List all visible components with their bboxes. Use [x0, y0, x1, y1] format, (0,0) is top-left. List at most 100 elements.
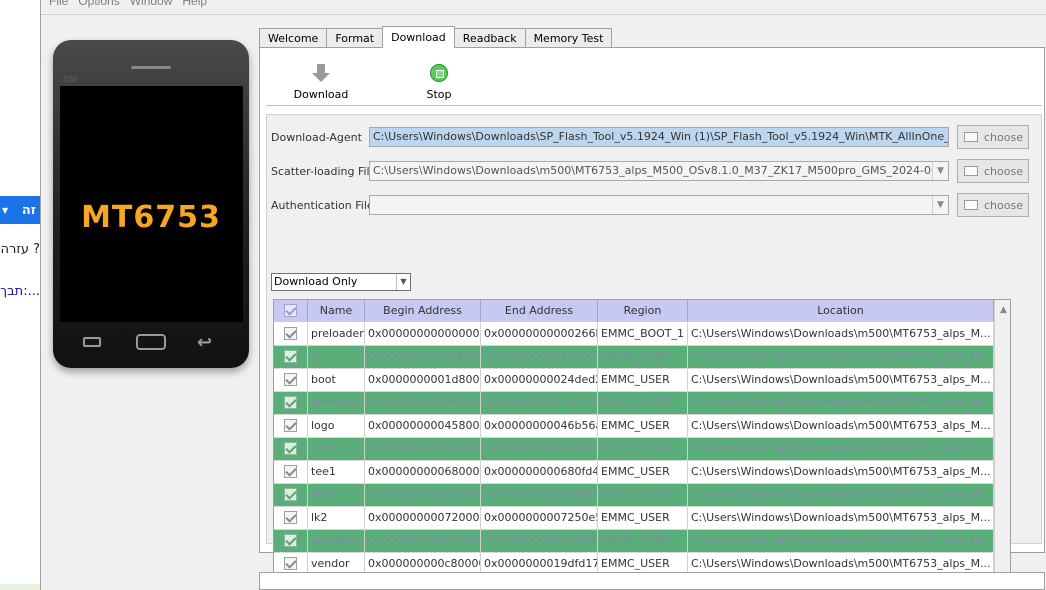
phone-brand: BM [63, 74, 77, 84]
chevron-down-icon[interactable]: ▼ [396, 274, 410, 290]
col-location[interactable]: Location [688, 300, 994, 322]
choose-scatter-button[interactable]: choose [957, 159, 1029, 183]
cell-end-address: 0x00000000000266bb [481, 323, 598, 345]
row-checkbox[interactable] [274, 461, 308, 483]
chip-label: MT6753 [81, 200, 221, 235]
row-checkbox[interactable] [274, 530, 308, 552]
tab-readback[interactable]: Readback [453, 28, 526, 48]
cell-name: lk2 [308, 507, 365, 529]
background-blue-tab[interactable]: ▼ זה [0, 196, 40, 224]
row-checkbox[interactable] [274, 346, 308, 368]
table-row[interactable]: tee1 0x0000000006800000 0x000000000680fd4f… [274, 461, 994, 484]
choose-auth-button[interactable]: choose [957, 193, 1029, 217]
cell-location: C:\Users\Windows\Downloads\m500\MT6753_a… [688, 461, 994, 483]
menu-bar: File Options Window Help [41, 0, 215, 14]
menu-options[interactable]: Options [76, 0, 127, 14]
table-row[interactable]: preloader 0x0000000000000000 0x00000000000… [274, 323, 994, 346]
cell-location: C:\Users\Windows\Downloads\m500\MT6753_a… [688, 392, 994, 414]
folder-icon [964, 166, 978, 176]
table-row[interactable]: logo 0x0000000004580000 0x00000000046b56af… [274, 415, 994, 438]
stop-icon [404, 64, 474, 84]
row-checkbox[interactable] [274, 484, 308, 506]
choose-download-agent-button[interactable]: choose [957, 125, 1029, 149]
chevron-down-icon: ▼ [2, 205, 9, 215]
partition-table: Name Begin Address End Address Region Lo… [273, 299, 1011, 590]
menu-window[interactable]: Window [128, 0, 181, 14]
tab-download[interactable]: Download [382, 26, 455, 48]
cell-end-address: 0x0000000001cd0e5f [481, 346, 598, 368]
stop-button-label: Stop [426, 88, 452, 101]
cell-location: C:\Users\Windows\Downloads\m500\MT6753_a… [688, 438, 994, 460]
cell-end-address: 0x000000000b38848f [481, 530, 598, 552]
select-all-checkbox[interactable] [274, 300, 308, 322]
download-button[interactable]: Download [286, 64, 356, 101]
auth-row: Authentication File ▼ choose [267, 193, 1043, 217]
cell-location: C:\Users\Windows\Downloads\m500\MT6753_a… [688, 530, 994, 552]
cell-region: EMMC_BOOT_1 [598, 323, 688, 345]
cell-begin-address: 0x0000000006800000 [365, 461, 481, 483]
folder-icon [964, 200, 978, 210]
table-row[interactable]: recovery 0x0000000002d80000 0x0000000003a1… [274, 392, 994, 415]
download-agent-row: Download-Agent C:\Users\Windows\Download… [267, 125, 1043, 149]
cell-name: secro [308, 438, 365, 460]
cell-region: EMMC_USER [598, 530, 688, 552]
menu-divider [41, 14, 1046, 15]
col-begin-address[interactable]: Begin Address [365, 300, 481, 322]
download-mode-select[interactable]: Download Only ▼ [271, 273, 411, 291]
cell-region: EMMC_USER [598, 438, 688, 460]
scroll-up-icon[interactable]: ▲ [995, 302, 1010, 318]
download-form: Download-Agent C:\Users\Windows\Download… [266, 114, 1043, 590]
scatter-row: Scatter-loading File C:\Users\Windows\Do… [267, 159, 1043, 183]
cell-name: odmdtbo [308, 530, 365, 552]
cell-end-address: 0x00000000046b56af [481, 415, 598, 437]
scatter-file-field[interactable]: C:\Users\Windows\Downloads\m500\MT6753_a… [369, 161, 949, 181]
cell-location: C:\Users\Windows\Downloads\m500\MT6753_a… [688, 346, 994, 368]
row-checkbox[interactable] [274, 415, 308, 437]
row-checkbox[interactable] [274, 323, 308, 345]
cell-end-address: 0x000000000680fd4f [481, 461, 598, 483]
phone-speaker [131, 66, 171, 69]
background-help-text: ? עזרה [0, 242, 40, 257]
row-checkbox[interactable] [274, 438, 308, 460]
table-row[interactable]: odmdtbo 0x000000000b380000 0x000000000b388… [274, 530, 994, 553]
table-row[interactable]: lk2 0x0000000007200000 0x0000000007250e5f E… [274, 507, 994, 530]
table-row[interactable]: secro 0x0000000005a00000 0x0000000005a20ff… [274, 438, 994, 461]
tab-memory-test[interactable]: Memory Test [524, 28, 613, 48]
download-agent-field[interactable]: C:\Users\Windows\Downloads\SP_Flash_Tool… [369, 127, 949, 147]
table-row[interactable]: tee2 0x0000000006d00000 0x0000000006d0fd4f… [274, 484, 994, 507]
menu-help[interactable]: Help [180, 0, 215, 14]
flash-tool-window: File Options Window Help BM MT6753 ↩ Wel… [40, 0, 1046, 590]
table-row[interactable]: boot 0x0000000001d80000 0x00000000024ded2f… [274, 369, 994, 392]
cell-begin-address: 0x0000000000000000 [365, 323, 481, 345]
cell-name: recovery [308, 392, 365, 414]
tab-format[interactable]: Format [326, 28, 384, 48]
cell-name: preloader [308, 323, 365, 345]
cell-region: EMMC_USER [598, 484, 688, 506]
cell-region: EMMC_USER [598, 461, 688, 483]
auth-file-field[interactable]: ▼ [369, 195, 949, 215]
table-row[interactable]: lk 0x0000000001c80000 0x0000000001cd0e5f EM… [274, 346, 994, 369]
download-button-label: Download [293, 88, 349, 101]
col-name[interactable]: Name [308, 300, 365, 322]
choose-label: choose [984, 198, 1023, 212]
row-checkbox[interactable] [274, 392, 308, 414]
background-link[interactable]: ...:תבך [0, 284, 40, 299]
cell-begin-address: 0x0000000002d80000 [365, 392, 481, 414]
stop-button[interactable]: Stop [404, 64, 474, 101]
cell-begin-address: 0x0000000006d00000 [365, 484, 481, 506]
cell-region: EMMC_USER [598, 392, 688, 414]
col-region[interactable]: Region [598, 300, 688, 322]
tab-welcome[interactable]: Welcome [259, 28, 328, 48]
menu-file[interactable]: File [47, 0, 76, 14]
chevron-down-icon[interactable]: ▼ [932, 196, 948, 214]
row-checkbox[interactable] [274, 507, 308, 529]
home-key-icon [136, 334, 166, 350]
cell-begin-address: 0x0000000005a00000 [365, 438, 481, 460]
cell-end-address: 0x0000000006d0fd4f [481, 484, 598, 506]
status-area [259, 572, 1045, 590]
choose-label: choose [984, 130, 1023, 144]
table-scrollbar[interactable]: ▲ ▼ [994, 300, 1010, 590]
col-end-address[interactable]: End Address [481, 300, 598, 322]
row-checkbox[interactable] [274, 369, 308, 391]
chevron-down-icon[interactable]: ▼ [932, 162, 948, 180]
